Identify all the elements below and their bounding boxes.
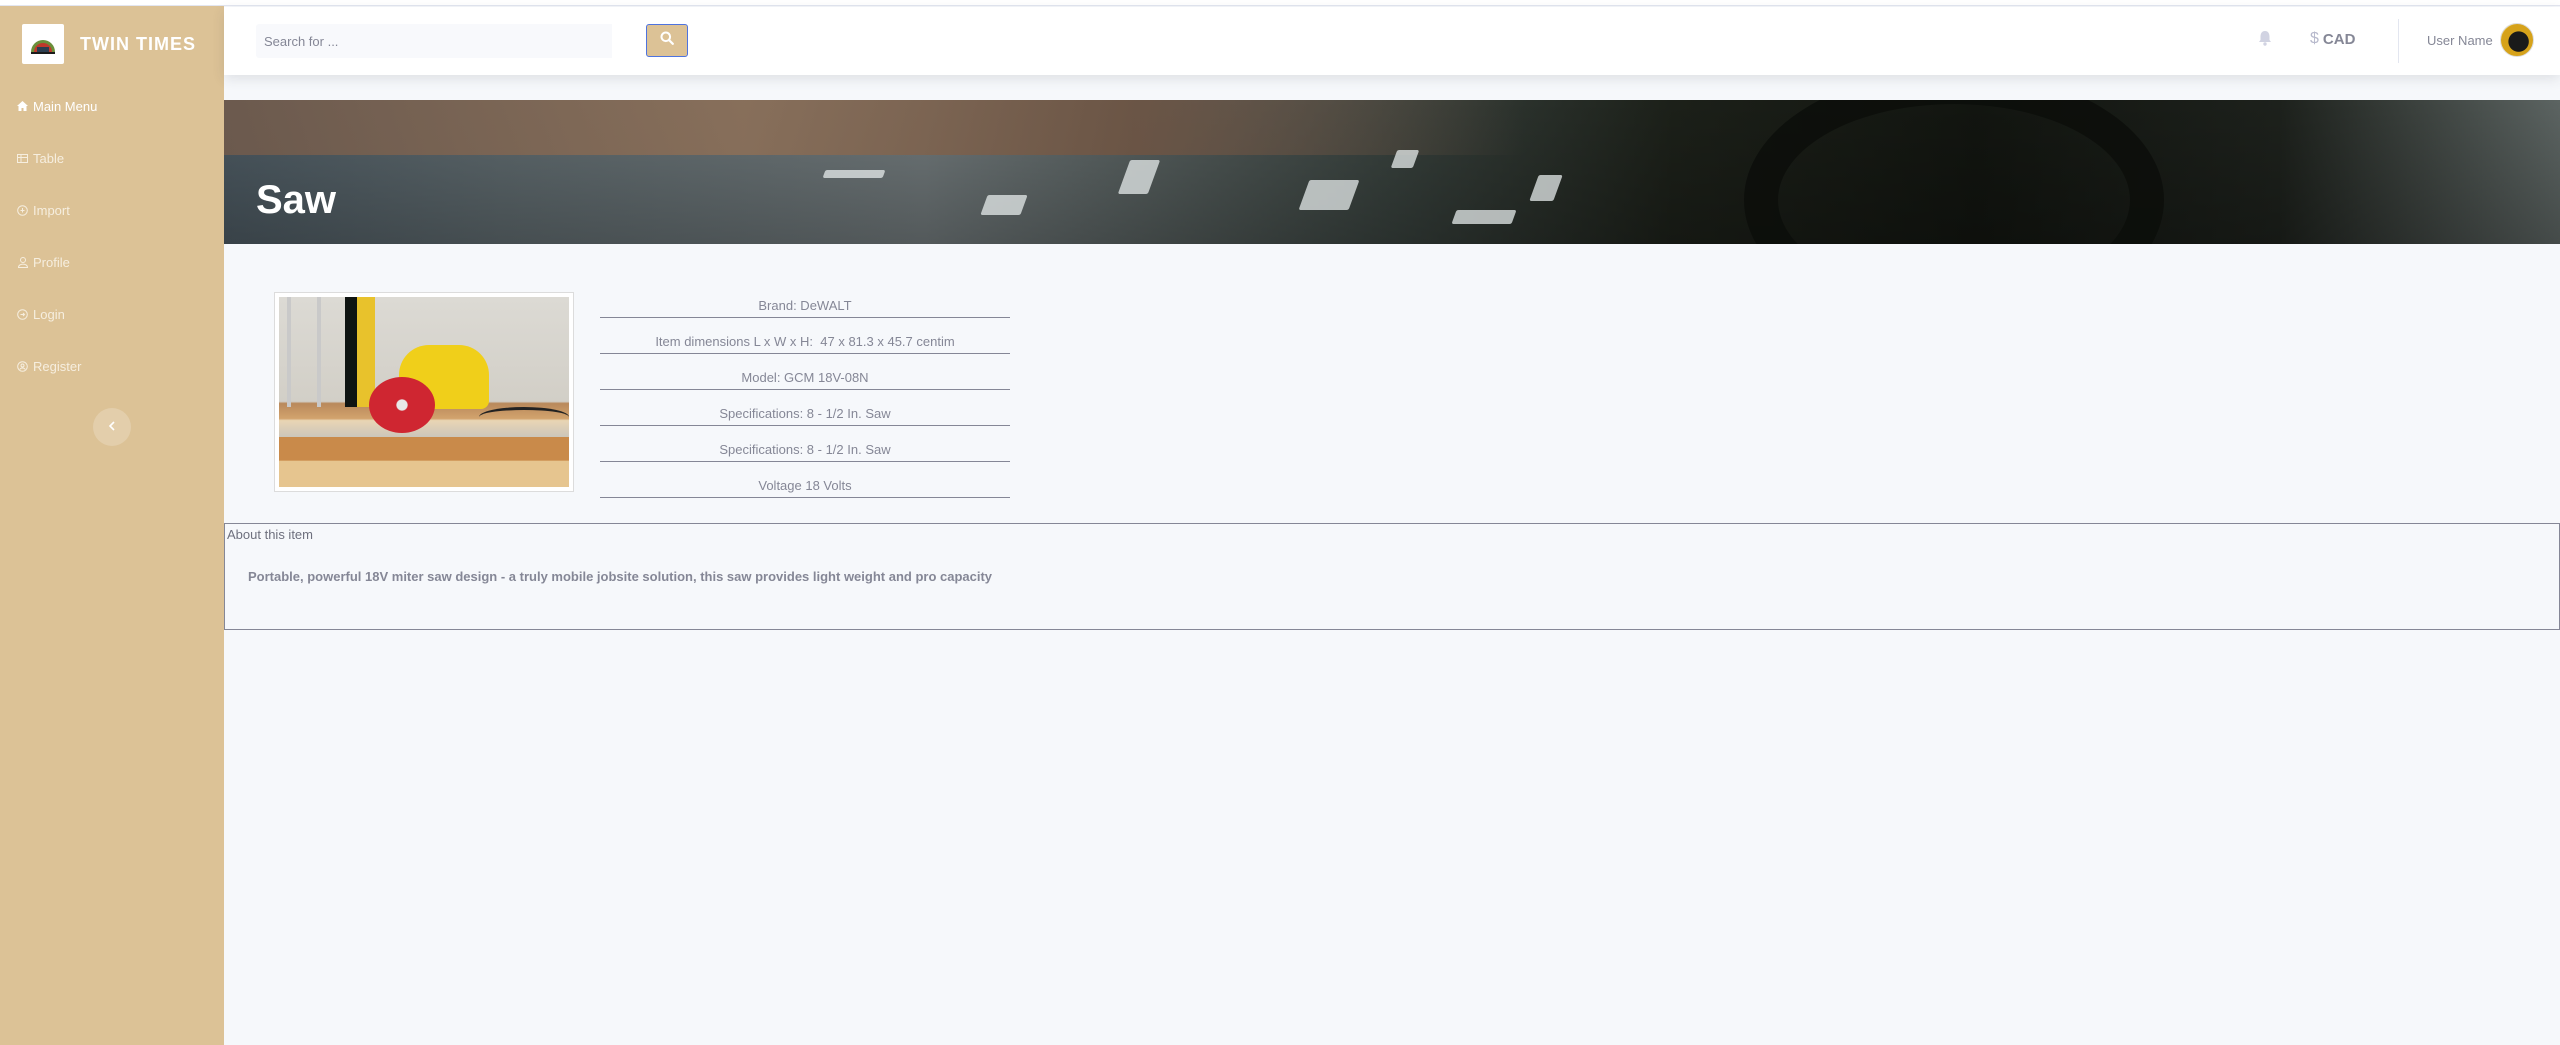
- brand[interactable]: TWIN TIMES: [22, 22, 196, 66]
- table-icon: [15, 153, 30, 163]
- search-form: [256, 24, 688, 58]
- user-icon: [15, 256, 30, 268]
- brand-logo: [22, 24, 64, 64]
- sidebar-item-label: Register: [33, 358, 82, 374]
- spec-dimensions: Item dimensions L x W x H: 47 x 81.3 x 4…: [600, 318, 1010, 354]
- search-input[interactable]: [256, 24, 612, 58]
- avatar: [2499, 23, 2534, 57]
- sidebar-item-label: Table: [33, 150, 65, 166]
- user-menu[interactable]: User Name: [2427, 23, 2534, 57]
- sidebar-item-main-menu[interactable]: Main Menu: [0, 80, 224, 132]
- brand-name: TWIN TIMES: [80, 33, 196, 54]
- register-icon: [15, 360, 30, 372]
- import-icon: [15, 204, 30, 216]
- topbar-divider: [2398, 19, 2399, 63]
- sidebar-item-label: Import: [33, 202, 70, 218]
- home-icon: [15, 101, 30, 111]
- sidebar-item-label: Main Menu: [33, 98, 98, 114]
- sidebar-item-label: Profile: [33, 254, 70, 270]
- bell-icon: [2258, 30, 2272, 51]
- hero-banner: [224, 100, 2560, 244]
- sidebar: TWIN TIMES Main Menu Table Import Profil…: [0, 6, 224, 1045]
- sidebar-item-profile[interactable]: Profile: [0, 236, 224, 288]
- sidebar-item-import[interactable]: Import: [0, 184, 224, 236]
- sidebar-item-table[interactable]: Table: [0, 132, 224, 184]
- product-image: [274, 292, 574, 492]
- sidebar-toggle-button[interactable]: [93, 408, 131, 446]
- user-name: User Name: [2427, 32, 2493, 48]
- sidebar-item-register[interactable]: Register: [0, 340, 224, 392]
- about-description: Portable, powerful 18V miter saw design …: [248, 569, 993, 584]
- topbar: $ CAD User Name: [224, 7, 2560, 75]
- spec-voltage: Voltage 18 Volts: [600, 462, 1010, 498]
- login-icon: [15, 308, 30, 320]
- spec-brand: Brand: DeWALT: [600, 282, 1010, 318]
- alerts-button[interactable]: [2256, 29, 2274, 51]
- spec-specifications: Specifications: 8 - 1/2 In. Saw: [600, 390, 1010, 426]
- about-section: About this item Portable, powerful 18V m…: [224, 523, 2560, 630]
- top-border: [0, 0, 2560, 6]
- product-specs: Brand: DeWALT Item dimensions L x W x H:…: [600, 282, 1010, 498]
- dollar-icon: $: [2310, 30, 2319, 47]
- currency-code: CAD: [2322, 30, 2356, 48]
- sidebar-nav: Main Menu Table Import Profile Login Reg…: [0, 80, 224, 392]
- chevron-left-icon: [108, 418, 116, 436]
- spec-specifications: Specifications: 8 - 1/2 In. Saw: [600, 426, 1010, 462]
- search-button[interactable]: [646, 24, 688, 57]
- search-icon: [660, 31, 674, 50]
- page-title: Saw: [256, 178, 337, 222]
- sidebar-item-label: Login: [33, 306, 65, 322]
- currency-selector[interactable]: $ CAD: [2310, 30, 2355, 48]
- sidebar-item-login[interactable]: Login: [0, 288, 224, 340]
- spec-model: Model: GCM 18V-08N: [600, 354, 1010, 390]
- about-title: About this item: [227, 527, 313, 542]
